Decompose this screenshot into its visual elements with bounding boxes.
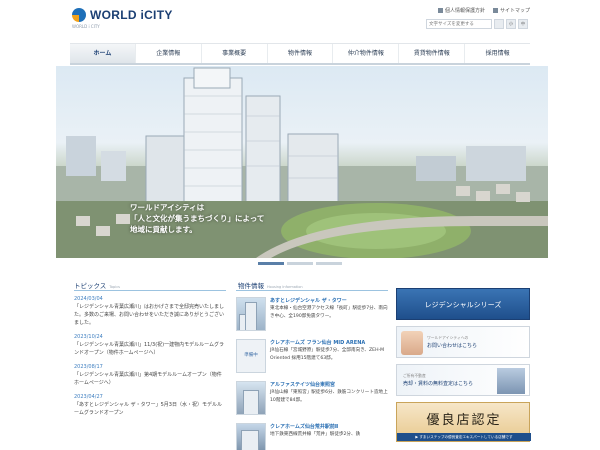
topic-item[interactable]: 2023/08/17 「レジデンシャル青葉広瀬川」第4期モデルルームオープン（物… [74,363,226,387]
property-title: クレアホームズ フラン仙台 MID ARENA [270,340,366,346]
nav-recruit[interactable]: 採用情報 [465,44,530,63]
hero-caption-line: 「人と文化が集うまちづくり」によって [130,214,265,223]
document-icon [437,8,443,13]
hero-caption-line: ワールドアイシティは [130,203,205,212]
property-item[interactable]: アルファステイツ仙台東照宮 JR仙山線「東照宮」駅徒歩6分、鉄筋コンクリート造地… [236,381,388,417]
nav-business[interactable]: 事業概要 [202,44,268,63]
nav-company[interactable]: 企業情報 [136,44,202,63]
property-description: 地下鉄東西線荒井線「荒井」駅徒歩2分、鉄 [270,432,361,437]
font-size-medium-button[interactable]: 中 [518,19,528,29]
side-banners: レジデンシャルシリーズ ワールドアイシティへの お問い合わせはこちら ご所有不動… [396,288,531,442]
property-item[interactable]: 準備中 クレアホームズ フラン仙台 MID ARENA JR仙石線「宮城野原」駅… [236,339,388,375]
residential-series-banner[interactable]: レジデンシャルシリーズ [396,288,530,320]
topics-divider [74,290,226,291]
building-photo-icon [497,368,525,394]
hero-slider[interactable]: ワールドアイシティは 「人と文化が集うまちづくり」によって 地域に貢献します。 [56,66,548,258]
logo-mark-icon [72,8,86,22]
slider-dot-2[interactable] [287,262,313,265]
property-thumbnail [236,381,266,415]
slider-dot-3[interactable] [316,262,342,265]
sitemap-icon [492,8,498,13]
property-title: クレアホームズ仙台荒井駅前Ⅱ [270,424,339,430]
award-subtitle: ▶ すまいステップの優良査定エキスパートしている店舗です [397,433,531,441]
property-description: JR仙山線「東照宮」駅徒歩6分、鉄筋コンクリート造地上10階建で84邸。 [270,390,388,403]
header: WORLD iCITY WORLD i CITY 個人情報保護方針 サイトマップ… [0,0,600,40]
topic-item[interactable]: 2024/03/04 「レジデンシャル青葉広瀬川」はおかげさまで全邸完売いたしま… [74,295,226,327]
property-description: 東北本線・仙台空港アクセス線「長町」駅徒歩7分、南向き中心、全190邸免震タワー… [270,306,388,319]
utility-links: 個人情報保護方針 サイトマップ [437,7,530,14]
global-nav: ホーム 企業情報 事業概要 物件情報 仲介物件情報 賃貸物件情報 採用情報 [70,43,530,65]
hero-caption: ワールドアイシティは 「人と文化が集うまちづくり」によって 地域に貢献します。 [130,202,264,235]
sitemap-link[interactable]: サイトマップ [492,7,530,14]
search-input[interactable] [426,19,492,29]
award-title: 優良店認定 [426,413,502,428]
slider-pagination [258,262,342,265]
properties-heading: 物件情報 Housing Information [238,282,303,290]
property-thumbnail [236,297,266,331]
hero-caption-line: 地域に貢献します。 [130,225,197,234]
property-thumbnail: 準備中 [236,339,266,373]
topics-heading: トピックス Topics [74,282,120,290]
privacy-policy-link[interactable]: 個人情報保護方針 [437,7,485,14]
property-description: JR仙石線「宮城野原」駅徒歩7分、全邸南向き、ZEH-M Oriented 採用… [270,348,385,361]
property-item[interactable]: あすとレジデンシャル ザ・タワー 東北本線・仙台空港アクセス線「長町」駅徒歩7分… [236,297,388,333]
contact-banner[interactable]: ワールドアイシティへの お問い合わせはこちら [396,326,530,358]
property-title: あすとレジデンシャル ザ・タワー [270,298,347,304]
topics-list: 2024/03/04 「レジデンシャル青葉広瀬川」はおかげさまで全邸完売いたしま… [74,295,226,423]
appraisal-banner[interactable]: ご所有不動産 売却・賃料の無料査定はこちら [396,364,530,396]
font-size-small-button[interactable]: 小 [506,19,516,29]
logo-text: WORLD iCITY [90,8,173,22]
nav-properties[interactable]: 物件情報 [268,44,334,63]
nav-rental[interactable]: 賃貸物件情報 [399,44,466,63]
logo-subtext: WORLD i CITY [72,24,100,29]
contact-person-icon [401,331,423,355]
award-banner[interactable]: 優良店認定 ▶ すまいステップの優良査定エキスパートしている店舗です [396,402,531,442]
thumbnail-coming-soon-label: 準備中 [244,353,258,358]
nav-home[interactable]: ホーム [70,44,136,63]
logo[interactable]: WORLD iCITY [72,8,173,22]
search-area: 小 中 [426,19,528,29]
page: WORLD iCITY WORLD i CITY 個人情報保護方針 サイトマップ… [0,0,600,450]
properties-list: あすとレジデンシャル ザ・タワー 東北本線・仙台空港アクセス線「長町」駅徒歩7分… [236,297,388,450]
search-button[interactable] [494,19,504,29]
topic-item[interactable]: 2023/10/24 「レジデンシャル青葉広瀬川」11/3(祝)一建物内モデルル… [74,333,226,357]
property-item[interactable]: クレアホームズ仙台荒井駅前Ⅱ 地下鉄東西線荒井線「荒井」駅徒歩2分、鉄 [236,423,388,450]
property-title: アルファステイツ仙台東照宮 [270,382,335,388]
topic-item[interactable]: 2023/04/27 「あすとレジデンシャル ザ・タワー」5月3日（水・祝）モデ… [74,393,226,417]
nav-brokerage[interactable]: 仲介物件情報 [333,44,400,63]
property-thumbnail [236,423,266,450]
properties-divider [236,290,388,291]
slider-dot-1[interactable] [258,262,284,265]
